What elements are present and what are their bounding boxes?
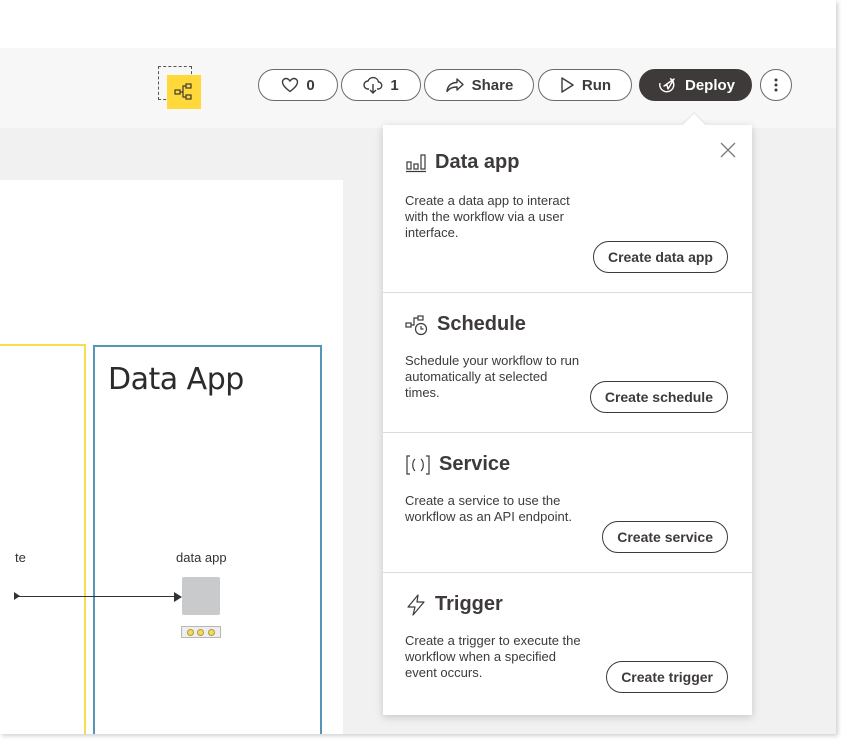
output-port[interactable]	[14, 592, 20, 600]
share-icon	[445, 78, 464, 93]
top-bar	[0, 0, 836, 48]
download-button[interactable]: 1	[341, 69, 421, 101]
more-vertical-icon	[774, 78, 778, 92]
app-window: Data App te data app 0 1 Share Run Deplo…	[0, 0, 836, 734]
input-port-arrow[interactable]	[174, 592, 182, 602]
play-icon	[561, 77, 574, 93]
section-description: Create a data app to interact with the w…	[405, 193, 570, 240]
deploy-section-trigger: Trigger Create a trigger to execute the …	[383, 572, 752, 715]
workflow-icon[interactable]	[167, 75, 201, 109]
deploy-label: Deploy	[684, 76, 735, 94]
create-schedule-button[interactable]: Create schedule	[589, 381, 728, 413]
run-button[interactable]: Run	[538, 69, 632, 101]
run-label: Run	[581, 76, 612, 94]
deploy-section-schedule: Schedule Schedule your workflow to run a…	[383, 292, 752, 432]
annotation-data-app[interactable]	[93, 345, 322, 734]
section-title: Trigger	[405, 593, 503, 616]
node-label: data app	[176, 550, 227, 565]
heart-icon	[282, 77, 299, 93]
section-title: Schedule	[405, 313, 526, 336]
deploy-button[interactable]: Deploy	[639, 69, 752, 101]
section-title: Data app	[405, 151, 519, 174]
annotation-title: Data App	[108, 362, 244, 397]
create-trigger-button[interactable]: Create trigger	[606, 661, 728, 693]
section-description: Create a trigger to execute the workflow…	[405, 633, 581, 680]
schedule-icon	[405, 314, 428, 335]
more-options-button[interactable]	[760, 69, 792, 101]
share-label: Share	[471, 76, 514, 94]
create-data-app-button[interactable]: Create data app	[592, 241, 728, 273]
share-button[interactable]: Share	[424, 69, 534, 101]
deploy-section-service: Service Create a service to use the work…	[383, 432, 752, 572]
deploy-section-data-app: Data app Create a data app to interact w…	[383, 125, 752, 292]
likes-count: 0	[306, 76, 315, 94]
section-description: Schedule your workflow to run automatica…	[405, 353, 580, 400]
trigger-icon	[407, 593, 425, 616]
connection-line	[14, 596, 180, 597]
annotation-yellow[interactable]	[0, 344, 86, 734]
create-service-button[interactable]: Create service	[602, 521, 728, 553]
like-button[interactable]: 0	[258, 69, 338, 101]
section-description: Create a service to use the workflow as …	[405, 493, 572, 524]
data-app-icon	[406, 153, 426, 172]
data-app-node[interactable]	[182, 577, 220, 615]
service-icon	[406, 454, 430, 475]
cloud-download-icon	[363, 76, 383, 94]
node-status-traffic-light	[181, 626, 221, 638]
downloads-count: 1	[390, 76, 399, 94]
section-title: Service	[405, 453, 510, 476]
left-node-label: te	[15, 550, 26, 565]
deploy-icon	[659, 77, 675, 93]
